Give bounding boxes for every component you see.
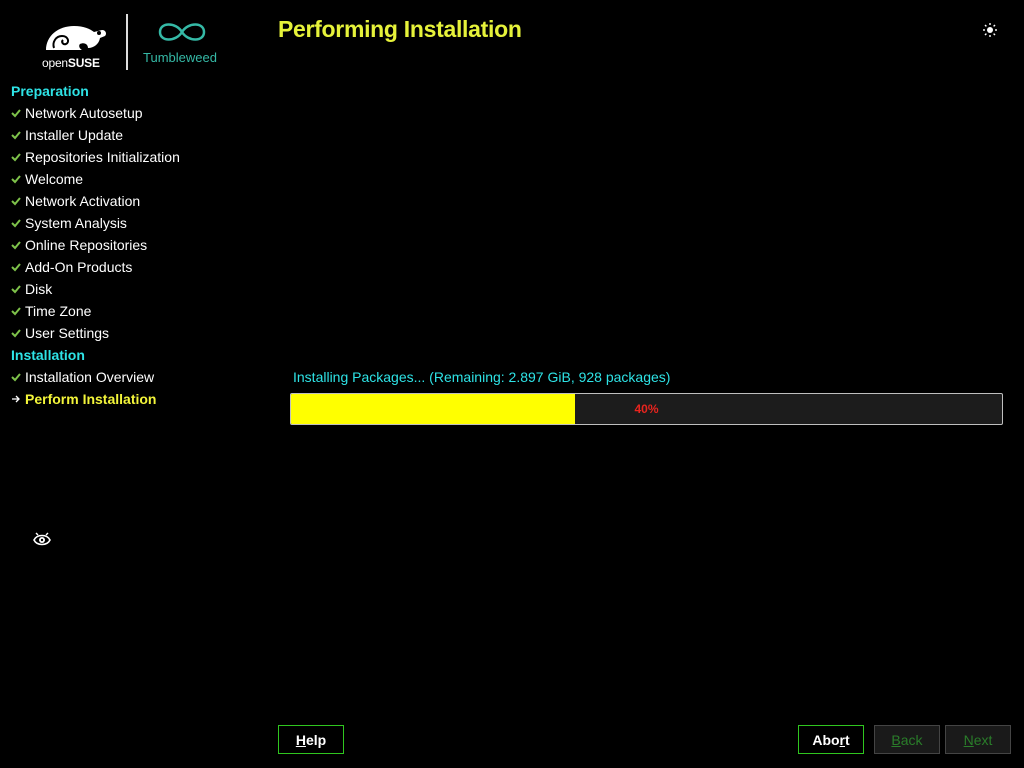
step-installation-overview: Installation Overview	[11, 366, 251, 388]
step-disk: Disk	[11, 278, 251, 300]
accessibility-button[interactable]	[32, 530, 52, 550]
section-title-preparation: Preparation	[11, 83, 89, 99]
step-label: Add-On Products	[25, 259, 133, 275]
step-label: Online Repositories	[25, 237, 148, 253]
help-rest: elp	[305, 731, 327, 748]
step-network-autosetup: Network Autosetup	[11, 102, 251, 124]
step-user-settings: User Settings	[11, 322, 251, 344]
step-network-activation: Network Activation	[11, 190, 251, 212]
tumbleweed-icon	[158, 23, 206, 41]
step-add-on-products: Add-On Products	[11, 256, 251, 278]
check-icon	[11, 307, 21, 316]
installer-window: openSUSE Tumbleweed Performing Installat…	[0, 0, 1024, 768]
check-icon	[11, 197, 21, 206]
step-welcome: Welcome	[11, 168, 251, 190]
step-system-analysis: System Analysis	[11, 212, 251, 234]
logo-divider	[126, 14, 128, 70]
step-label: Repositories Initialization	[25, 149, 180, 165]
check-icon	[11, 263, 21, 272]
step-label: Installation Overview	[25, 369, 155, 385]
arrow-right-icon	[12, 395, 20, 403]
step-label: Disk	[25, 281, 53, 297]
step-time-zone: Time Zone	[11, 300, 251, 322]
branding: openSUSE Tumbleweed	[40, 14, 240, 72]
step-installer-update: Installer Update	[11, 124, 251, 146]
installation-steps-sidebar: Preparation Network Autosetup Installer …	[11, 80, 251, 410]
step-label: Network Autosetup	[25, 105, 143, 121]
check-icon	[11, 219, 21, 228]
sun-icon	[983, 23, 997, 37]
progress-label: Installing Packages... (Remaining: 2.897…	[293, 369, 671, 385]
section-title-installation: Installation	[11, 347, 85, 363]
abort-pre: Abo	[812, 731, 840, 748]
check-icon	[11, 109, 21, 118]
step-repositories-initialization: Repositories Initialization	[11, 146, 251, 168]
back-accel: B	[891, 731, 901, 748]
check-icon	[11, 175, 21, 184]
step-label: Perform Installation	[25, 391, 157, 407]
check-icon	[11, 241, 21, 250]
step-label: Installer Update	[25, 127, 124, 143]
check-icon	[11, 285, 21, 294]
abort-rest: t	[845, 731, 850, 748]
abort-button[interactable]: Abo r t	[798, 725, 864, 754]
opensuse-wordmark: openSUSE	[42, 56, 100, 70]
accessibility-icon	[33, 532, 51, 546]
progress-percent: 40%	[634, 402, 659, 416]
next-rest: ext	[973, 731, 993, 748]
check-icon	[11, 131, 21, 140]
back-rest: ack	[900, 731, 923, 748]
step-online-repositories: Online Repositories	[11, 234, 251, 256]
step-label: User Settings	[25, 325, 110, 341]
back-button[interactable]: Back	[874, 725, 940, 754]
check-icon	[11, 153, 21, 162]
check-icon	[11, 373, 21, 382]
help-button[interactable]: Help	[278, 725, 344, 754]
next-accel: N	[963, 731, 974, 748]
step-label: System Analysis	[25, 215, 127, 231]
help-accel: H	[295, 731, 306, 748]
step-label: Time Zone	[25, 303, 92, 319]
opensuse-logo: openSUSE	[40, 20, 110, 70]
progress-bar: 40%	[290, 393, 1003, 425]
theme-toggle-button[interactable]	[980, 20, 1000, 40]
tumbleweed-logo: Tumbleweed	[140, 18, 230, 68]
step-label: Welcome	[25, 171, 84, 187]
step-perform-installation: Perform Installation	[11, 388, 251, 410]
next-button[interactable]: Next	[945, 725, 1011, 754]
check-icon	[11, 329, 21, 338]
step-label: Network Activation	[25, 193, 141, 209]
page-title: Performing Installation	[278, 16, 522, 42]
chameleon-icon	[46, 26, 106, 50]
product-name: Tumbleweed	[143, 50, 217, 65]
